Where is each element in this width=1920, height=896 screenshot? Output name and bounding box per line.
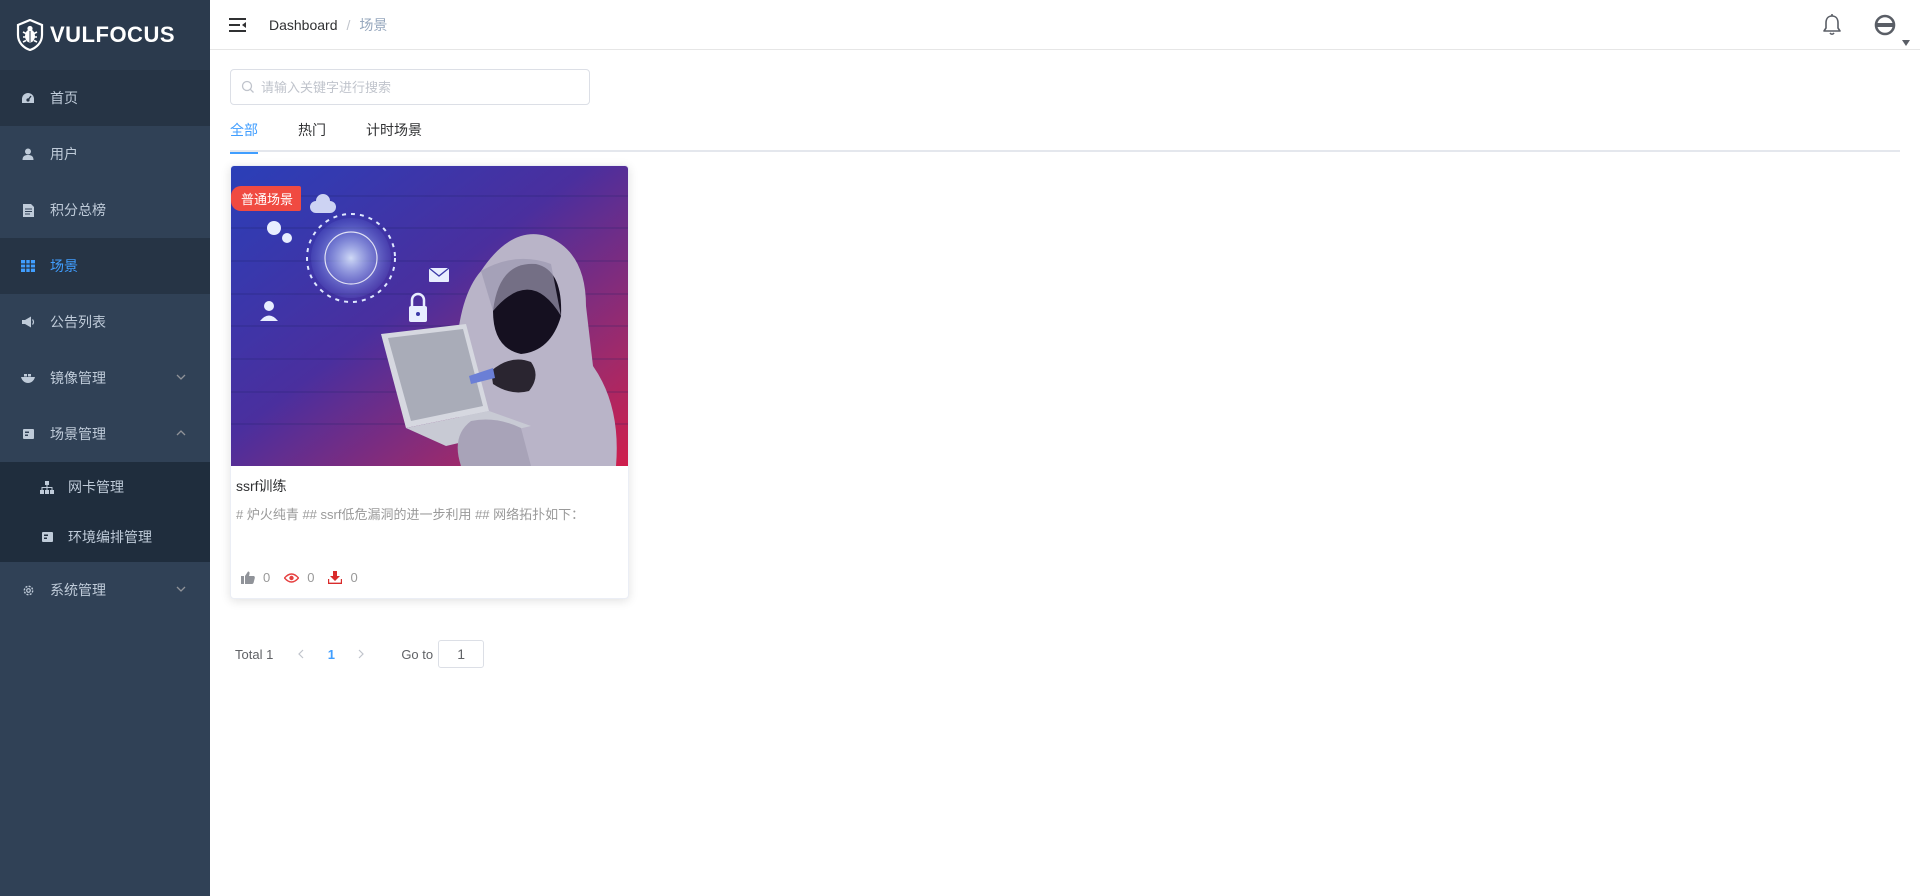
scene-management-submenu: 网卡管理 环境编排管理 xyxy=(0,462,210,562)
tab-hot[interactable]: 热门 xyxy=(298,118,326,152)
sidebar-item-scene-management[interactable]: 场景管理 xyxy=(0,406,210,462)
chevron-left-icon xyxy=(298,649,304,658)
views-count: 0 xyxy=(307,570,315,585)
pagination: Total 1 1 Go to xyxy=(235,640,485,668)
sidebar-item-label: 环境编排管理 xyxy=(68,529,152,545)
network-icon xyxy=(40,480,54,494)
pagination-goto: Go to xyxy=(401,640,485,668)
tab-all[interactable]: 全部 xyxy=(230,118,258,154)
sidebar: VULFOCUS 首页 用户 积分总榜 场景 公告列表 镜像管理 场景管理 网卡… xyxy=(0,0,210,896)
sidebar-item-label: 系统管理 xyxy=(50,582,106,598)
breadcrumb-current: 场景 xyxy=(359,16,388,33)
logo[interactable]: VULFOCUS xyxy=(0,0,210,70)
sidebar-item-label: 场景 xyxy=(50,258,78,274)
logo-text: VULFOCUS xyxy=(50,22,175,47)
pagination-total: Total 1 xyxy=(235,646,274,662)
sidebar-item-home[interactable]: 首页 xyxy=(0,70,210,126)
caret-down-icon xyxy=(1902,40,1910,46)
sidebar-item-system-management[interactable]: 系统管理 xyxy=(0,562,210,618)
avatar xyxy=(1874,14,1896,36)
eye-icon xyxy=(284,572,300,583)
downloads-stat: 0 xyxy=(328,570,358,585)
scene-card-stats: 0 0 0 xyxy=(241,570,372,585)
breadcrumb-separator: / xyxy=(346,16,351,33)
scene-card-description: # 炉火纯青 ## ssrf低危漏洞的进一步利用 ## 网络拓扑如下： xyxy=(236,507,585,522)
prev-page-button[interactable] xyxy=(291,647,311,662)
search-icon xyxy=(241,80,254,93)
sidebar-item-label: 积分总榜 xyxy=(50,202,106,218)
sidebar-item-label: 首页 xyxy=(50,90,78,106)
download-icon xyxy=(328,571,343,584)
menu-fold-icon xyxy=(228,17,246,32)
thumbs-up-icon xyxy=(241,571,255,584)
hacker-illustration xyxy=(231,166,628,466)
scene-type-tag: 普通场景 xyxy=(231,186,302,211)
goto-label: Go to xyxy=(401,646,434,662)
sidebar-item-leaderboard[interactable]: 积分总榜 xyxy=(0,182,210,238)
scene-tabs: 全部 热门 计时场景 xyxy=(230,118,1900,154)
hamburger-button[interactable] xyxy=(227,15,247,35)
likes-count: 0 xyxy=(263,570,271,585)
avatar-dropdown[interactable] xyxy=(1870,10,1910,46)
scene-card-image: 普通场景 xyxy=(231,166,628,466)
sidebar-item-label: 公告列表 xyxy=(50,314,106,330)
sidebar-item-label: 场景管理 xyxy=(50,426,106,442)
scene-icon xyxy=(20,426,36,442)
sidebar-item-users[interactable]: 用户 xyxy=(0,126,210,182)
sidebar-item-scenes[interactable]: 场景 xyxy=(0,238,210,294)
search-input[interactable] xyxy=(261,79,561,95)
layout-icon xyxy=(40,530,54,544)
sidebar-item-network-card[interactable]: 网卡管理 xyxy=(0,462,210,512)
breadcrumb: Dashboard / 场景 xyxy=(269,15,387,35)
image-icon xyxy=(20,370,36,386)
chevron-down-icon xyxy=(176,586,186,592)
views-stat: 0 xyxy=(284,570,314,585)
sidebar-item-announcements[interactable]: 公告列表 xyxy=(0,294,210,350)
downloads-count: 0 xyxy=(350,570,358,585)
next-page-button[interactable] xyxy=(351,647,371,662)
gear-icon xyxy=(20,582,36,598)
sidebar-item-label: 镜像管理 xyxy=(50,370,106,386)
user-icon xyxy=(20,146,36,162)
navbar: Dashboard / 场景 xyxy=(210,0,1920,50)
shield-bug-icon xyxy=(16,19,44,51)
scene-card-title: ssrf训练 xyxy=(236,478,287,494)
goto-page-input[interactable] xyxy=(438,640,485,668)
document-icon xyxy=(20,202,36,218)
sidebar-item-environment-orchestration[interactable]: 环境编排管理 xyxy=(0,512,210,562)
breadcrumb-dashboard[interactable]: Dashboard xyxy=(269,17,338,33)
sidebar-item-label: 用户 xyxy=(50,146,78,162)
chevron-up-icon xyxy=(176,430,186,436)
sidebar-item-image-management[interactable]: 镜像管理 xyxy=(0,350,210,406)
sidebar-item-label: 网卡管理 xyxy=(68,479,124,495)
grid-icon xyxy=(20,258,36,274)
header-actions xyxy=(1820,0,1920,50)
megaphone-icon xyxy=(20,314,36,330)
search-field[interactable] xyxy=(230,69,590,105)
chevron-right-icon xyxy=(358,649,365,658)
likes-stat[interactable]: 0 xyxy=(241,570,270,585)
bell-icon[interactable] xyxy=(1820,13,1844,37)
tab-timed-scenes[interactable]: 计时场景 xyxy=(366,118,422,152)
chevron-down-icon xyxy=(176,374,186,380)
page-number[interactable]: 1 xyxy=(311,647,351,662)
dashboard-icon xyxy=(20,90,36,106)
scene-card[interactable]: 普通场景 ssrf训练 # 炉火纯青 ## ssrf低危漏洞的进一步利用 ## … xyxy=(230,165,629,599)
